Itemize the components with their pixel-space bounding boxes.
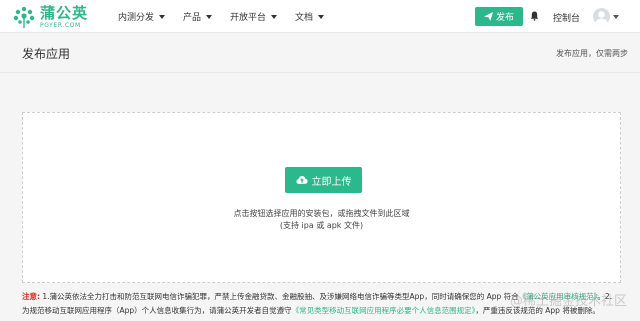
nav-item-docs[interactable]: 文档 bbox=[295, 10, 325, 23]
user-avatar[interactable] bbox=[593, 8, 610, 25]
nav-item-products[interactable]: 产品 bbox=[183, 10, 213, 23]
publish-button-label: 发布 bbox=[495, 13, 514, 23]
cloud-upload-icon bbox=[295, 175, 308, 184]
nav-item-label: 开放平台 bbox=[230, 13, 267, 23]
brand-domain: PGYER.COM bbox=[40, 21, 81, 29]
top-navbar: 蒲公英 PGYER.COM 内测分发 产品 开放平台 文档 发布 控制台 bbox=[0, 0, 640, 33]
chevron-down-icon bbox=[271, 14, 278, 19]
console-link[interactable]: 控制台 bbox=[553, 11, 580, 24]
chevron-down-icon bbox=[318, 14, 325, 19]
brand-name: 蒲公英 bbox=[40, 3, 89, 22]
privacy-rules-link[interactable]: 《常见类型移动互联网应用程序必要个人信息范围规定》 bbox=[292, 306, 476, 315]
chevron-down-icon[interactable] bbox=[613, 15, 619, 19]
dandelion-logo-icon bbox=[12, 5, 36, 29]
upload-file-types: (支持 ipa 或 apk 文件) bbox=[279, 221, 364, 230]
notice-text: 注意: 1.蒲公英依法全力打击和防范互联网电信诈骗犯罪，严禁上传金融贷款、金融股… bbox=[22, 290, 622, 318]
notice-line-2-text: 为规范移动互联网应用程序（App）个人信息收集行为，请蒲公英开发者自觉遵守 bbox=[22, 306, 292, 315]
notice-label: 注意: bbox=[22, 292, 40, 301]
user-icon bbox=[595, 11, 608, 25]
nav-item-distribution[interactable]: 内测分发 bbox=[118, 10, 166, 23]
upload-button[interactable]: 立即上传 bbox=[285, 167, 362, 193]
nav-item-open-platform[interactable]: 开放平台 bbox=[230, 10, 278, 23]
notice-line-1-tail: 。2. bbox=[597, 292, 613, 301]
page-subtitle: 发布应用，仅需两步 bbox=[556, 49, 628, 58]
review-guidelines-link[interactable]: 《蒲公英应用审核规范》 bbox=[519, 292, 598, 301]
bell-icon[interactable] bbox=[530, 11, 539, 21]
upload-drop-zone[interactable]: 立即上传 点击按钮选择应用的安装包，或拖拽文件到此区域 (支持 ipa 或 ap… bbox=[22, 112, 621, 283]
chevron-down-icon bbox=[206, 14, 213, 19]
page-title: 发布应用 bbox=[22, 47, 71, 61]
nav-item-label: 文档 bbox=[295, 13, 314, 23]
notice-line-1: 注意: 1.蒲公英依法全力打击和防范互联网电信诈骗犯罪，严禁上传金融贷款、金融股… bbox=[22, 290, 622, 304]
upload-button-label: 立即上传 bbox=[311, 176, 352, 188]
upload-hint: 点击按钮选择应用的安装包，或拖拽文件到此区域 bbox=[233, 209, 410, 218]
main-nav: 内测分发 产品 开放平台 文档 bbox=[118, 0, 342, 33]
nav-item-label: 产品 bbox=[183, 13, 202, 23]
chevron-down-icon bbox=[159, 14, 166, 19]
brand-logo[interactable]: 蒲公英 PGYER.COM bbox=[12, 5, 88, 29]
nav-item-label: 内测分发 bbox=[118, 13, 155, 23]
notice-line-2: 为规范移动互联网应用程序（App）个人信息收集行为，请蒲公英开发者自觉遵守《常见… bbox=[22, 304, 622, 318]
page-header: 发布应用 发布应用，仅需两步 bbox=[0, 33, 640, 73]
notice-line-1-text: 1.蒲公英依法全力打击和防范互联网电信诈骗犯罪，严禁上传金融贷款、金融股抽、及涉… bbox=[42, 292, 519, 301]
paper-plane-icon bbox=[483, 12, 493, 21]
notice-line-2-tail: ，严重违反该规范的 App 将被删除。 bbox=[475, 306, 600, 315]
publish-button[interactable]: 发布 bbox=[475, 7, 523, 26]
